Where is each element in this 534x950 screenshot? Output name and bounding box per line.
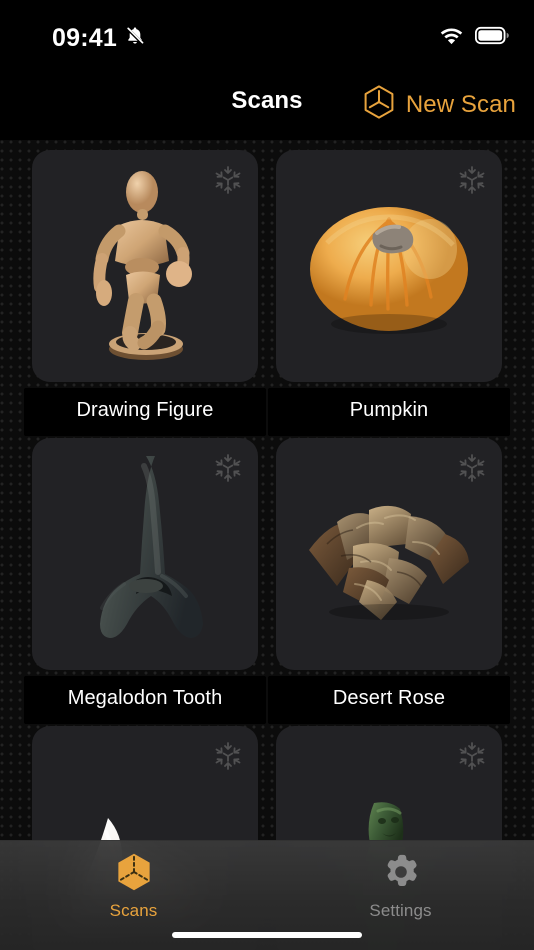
- status-bar: 09:41: [0, 0, 534, 68]
- ar-3d-rotate-icon: [212, 164, 244, 196]
- status-time: 09:41: [52, 24, 117, 52]
- tab-settings-label: Settings: [369, 901, 432, 920]
- new-scan-label: New Scan: [405, 90, 516, 118]
- new-scan-button[interactable]: New Scan: [362, 84, 516, 125]
- list-item[interactable]: Pumpkin: [268, 150, 510, 438]
- cube-filled-icon: [114, 851, 154, 898]
- tab-scans[interactable]: Scans: [0, 851, 267, 921]
- bell-slash-icon: [124, 25, 146, 52]
- battery-full-icon: [474, 26, 510, 50]
- scan-card-label: Pumpkin: [268, 382, 510, 438]
- scan-card-megalodon-tooth[interactable]: [32, 438, 258, 670]
- scan-card-label: Desert Rose: [268, 670, 510, 726]
- app-screen: 09:41 Scans New Scan Drawing Figure Pump…: [0, 0, 534, 950]
- home-indicator[interactable]: [172, 932, 362, 938]
- ar-3d-rotate-icon: [456, 740, 488, 772]
- scan-card-label: Megalodon Tooth: [24, 670, 266, 726]
- ar-3d-rotate-icon: [212, 740, 244, 772]
- ar-3d-rotate-icon: [456, 452, 488, 484]
- status-bar-right: [439, 26, 510, 50]
- tab-bar: Scans Settings: [0, 840, 534, 950]
- status-bar-left: 09:41: [52, 24, 146, 52]
- navigation-bar: Scans New Scan: [0, 68, 534, 140]
- list-item[interactable]: Megalodon Tooth: [24, 438, 266, 726]
- list-item[interactable]: Desert Rose: [268, 438, 510, 726]
- scan-card-pumpkin[interactable]: [276, 150, 502, 382]
- ar-3d-rotate-icon: [456, 164, 488, 196]
- scans-scroll-area[interactable]: Drawing Figure Pumpkin Megalodon Tooth D…: [0, 140, 534, 950]
- wifi-icon: [439, 26, 464, 50]
- scan-card-drawing-figure[interactable]: [32, 150, 258, 382]
- list-item[interactable]: Drawing Figure: [24, 150, 266, 438]
- ar-3d-rotate-icon: [212, 452, 244, 484]
- scans-grid: Drawing Figure Pumpkin Megalodon Tooth D…: [0, 140, 534, 950]
- scan-card-label: Drawing Figure: [24, 382, 266, 438]
- tab-settings[interactable]: Settings: [267, 851, 534, 921]
- tab-scans-label: Scans: [109, 901, 158, 920]
- scan-card-desert-rose[interactable]: [276, 438, 502, 670]
- cube-outline-icon: [362, 84, 396, 125]
- gear-icon: [381, 851, 421, 898]
